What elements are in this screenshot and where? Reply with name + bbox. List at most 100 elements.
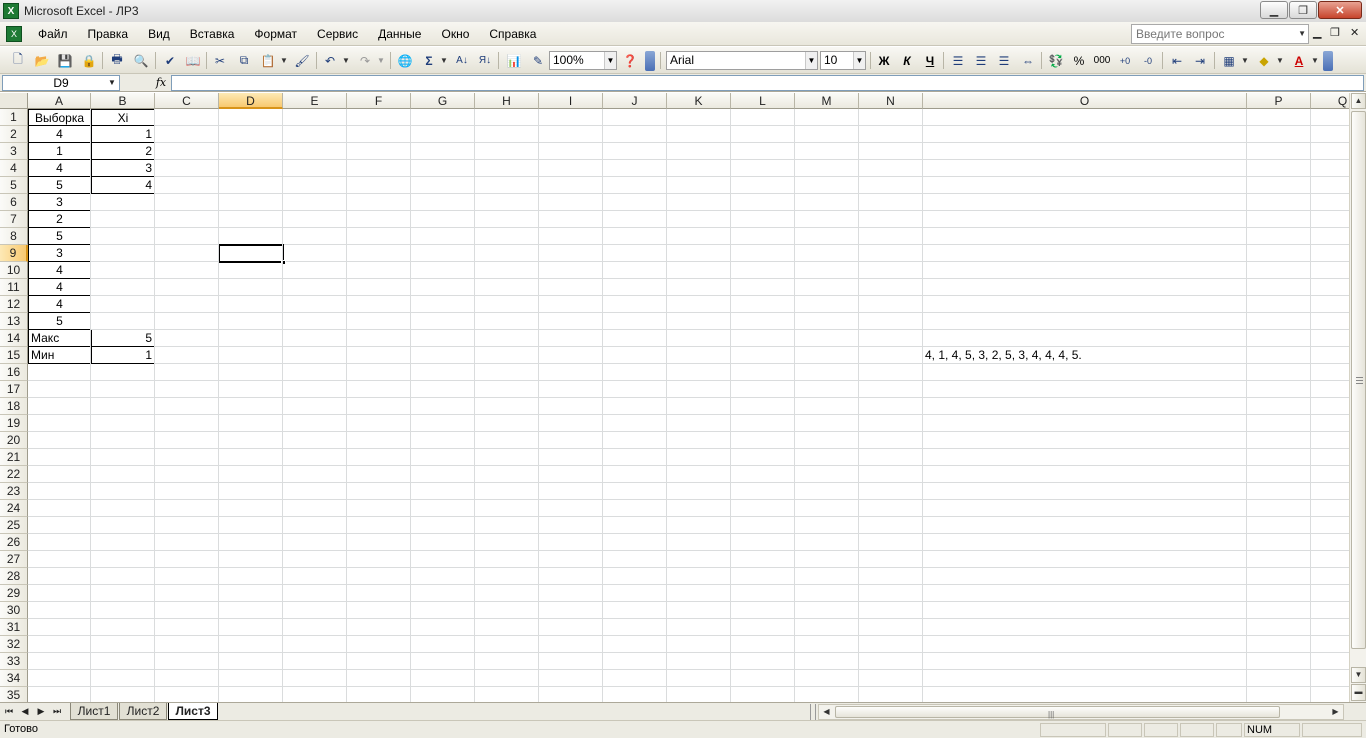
italic-button[interactable]: К — [897, 51, 917, 70]
cell-b1[interactable]: Xi — [91, 109, 155, 126]
borders-dropdown-icon[interactable]: ▼ — [1240, 51, 1250, 70]
increase-indent-icon[interactable]: ⇥ — [1190, 51, 1210, 70]
align-right-icon[interactable]: ☰ — [994, 51, 1014, 70]
spelling-icon[interactable]: ✔ — [160, 51, 180, 70]
column-header-o[interactable]: O — [923, 93, 1247, 109]
chevron-down-icon[interactable]: ▼ — [805, 52, 817, 69]
cell-a3[interactable]: 1 — [28, 143, 91, 160]
cell-a8[interactable]: 5 — [28, 228, 91, 245]
column-header-j[interactable]: J — [603, 93, 667, 109]
cell-a2[interactable]: 4 — [28, 126, 91, 143]
selected-cell[interactable] — [218, 244, 286, 265]
paste-icon[interactable]: 📋 — [258, 51, 278, 70]
toolbar-options-icon[interactable] — [1323, 51, 1333, 71]
row-header-9[interactable]: 9 — [0, 245, 28, 262]
cell-a11[interactable]: 4 — [28, 279, 91, 296]
redo-icon[interactable]: ↷ — [355, 51, 375, 70]
cell-b5[interactable]: 4 — [91, 177, 155, 194]
column-header-m[interactable]: M — [795, 93, 859, 109]
copy-icon[interactable]: ⧉ — [234, 51, 254, 70]
print-icon[interactable]: 🖶 — [107, 51, 127, 70]
select-all-corner[interactable] — [0, 93, 28, 109]
row-header-20[interactable]: 20 — [0, 432, 28, 449]
chevron-down-icon[interactable]: ▼ — [1298, 25, 1306, 43]
research-icon[interactable]: 📖 — [183, 51, 203, 70]
align-left-icon[interactable]: ☰ — [948, 51, 968, 70]
increase-decimal-icon[interactable]: +0 — [1115, 51, 1135, 70]
chart-wizard-icon[interactable]: 📊 — [504, 51, 524, 70]
row-header-8[interactable]: 8 — [0, 228, 28, 245]
name-box[interactable]: D9 ▼ — [2, 75, 120, 91]
column-header-n[interactable]: N — [859, 93, 923, 109]
row-header-26[interactable]: 26 — [0, 534, 28, 551]
chevron-down-icon[interactable]: ▼ — [853, 52, 865, 69]
row-header-11[interactable]: 11 — [0, 279, 28, 296]
minimize-button[interactable]: ▁ — [1260, 1, 1288, 19]
cell-b15[interactable]: 1 — [91, 347, 155, 364]
insert-function-button[interactable]: fx — [152, 75, 170, 91]
row-header-13[interactable]: 13 — [0, 313, 28, 330]
column-header-e[interactable]: E — [283, 93, 347, 109]
column-header-l[interactable]: L — [731, 93, 795, 109]
borders-icon[interactable]: ▦ — [1219, 51, 1239, 70]
cell-b3[interactable]: 2 — [91, 143, 155, 160]
font-select[interactable]: Arial ▼ — [666, 51, 818, 70]
doc-restore-icon[interactable]: ❐ — [1330, 26, 1340, 39]
menu-data[interactable]: Данные — [368, 22, 431, 46]
menu-window[interactable]: Окно — [431, 22, 479, 46]
print-preview-icon[interactable]: 🔍 — [131, 51, 151, 70]
decrease-indent-icon[interactable]: ⇤ — [1167, 51, 1187, 70]
undo-dropdown-icon[interactable]: ▼ — [341, 51, 351, 70]
horizontal-scroll-thumb[interactable]: ||| — [835, 706, 1280, 719]
column-header-f[interactable]: F — [347, 93, 411, 109]
column-header-c[interactable]: C — [155, 93, 219, 109]
zoom-select[interactable]: 100% ▼ — [549, 51, 617, 70]
cut-icon[interactable]: ✂ — [210, 51, 230, 70]
cell-a5[interactable]: 5 — [28, 177, 91, 194]
cell-b2[interactable]: 1 — [91, 126, 155, 143]
thousands-button[interactable]: 000 — [1092, 51, 1112, 70]
merge-center-icon[interactable]: ⇔ — [1018, 51, 1038, 70]
prev-sheet-icon[interactable]: ◀ — [19, 704, 31, 719]
open-icon[interactable]: 📂 — [32, 51, 52, 70]
restore-button[interactable]: ❐ — [1289, 1, 1317, 19]
first-sheet-icon[interactable]: ⏮ — [3, 704, 15, 719]
row-header-2[interactable]: 2 — [0, 126, 28, 143]
row-header-12[interactable]: 12 — [0, 296, 28, 313]
row-header-5[interactable]: 5 — [0, 177, 28, 194]
scroll-right-icon[interactable]: ▶ — [1328, 705, 1343, 719]
horizontal-scrollbar[interactable]: ◀ ||| ▶ — [818, 704, 1344, 720]
row-header-29[interactable]: 29 — [0, 585, 28, 602]
doc-close-button[interactable]: ✕ — [1350, 26, 1359, 39]
column-header-i[interactable]: I — [539, 93, 603, 109]
sort-descending-icon[interactable]: Я↓ — [475, 51, 495, 70]
cell-b14[interactable]: 5 — [91, 330, 155, 347]
format-painter-icon[interactable]: 🖌 — [292, 51, 312, 70]
tab-split-handle[interactable] — [810, 704, 816, 720]
autosum-dropdown-icon[interactable]: ▼ — [439, 51, 449, 70]
decrease-decimal-icon[interactable]: -0 — [1138, 51, 1158, 70]
undo-icon[interactable]: ↶ — [320, 51, 340, 70]
row-header-15[interactable]: 15 — [0, 347, 28, 364]
font-size-select[interactable]: 10 ▼ — [820, 51, 866, 70]
row-header-17[interactable]: 17 — [0, 381, 28, 398]
formula-input[interactable] — [171, 75, 1364, 91]
scroll-down-icon[interactable]: ▼ — [1351, 667, 1366, 683]
menu-help[interactable]: Справка — [479, 22, 546, 46]
row-header-23[interactable]: 23 — [0, 483, 28, 500]
row-header-24[interactable]: 24 — [0, 500, 28, 517]
row-header-25[interactable]: 25 — [0, 517, 28, 534]
chevron-down-icon[interactable]: ▼ — [106, 76, 118, 90]
new-icon[interactable]: 🗋 — [8, 51, 28, 70]
hyperlink-icon[interactable]: 🌐 — [395, 51, 415, 70]
cell-b4[interactable]: 3 — [91, 160, 155, 177]
cell-a9[interactable]: 3 — [28, 245, 91, 262]
font-color-dropdown-icon[interactable]: ▼ — [1310, 51, 1320, 70]
column-header-p[interactable]: P — [1247, 93, 1311, 109]
sheet-tab-3[interactable]: Лист3 — [168, 703, 218, 720]
save-icon[interactable]: 💾 — [55, 51, 75, 70]
row-header-19[interactable]: 19 — [0, 415, 28, 432]
cell-a4[interactable]: 4 — [28, 160, 91, 177]
row-header-35[interactable]: 35 — [0, 687, 28, 702]
row-header-30[interactable]: 30 — [0, 602, 28, 619]
